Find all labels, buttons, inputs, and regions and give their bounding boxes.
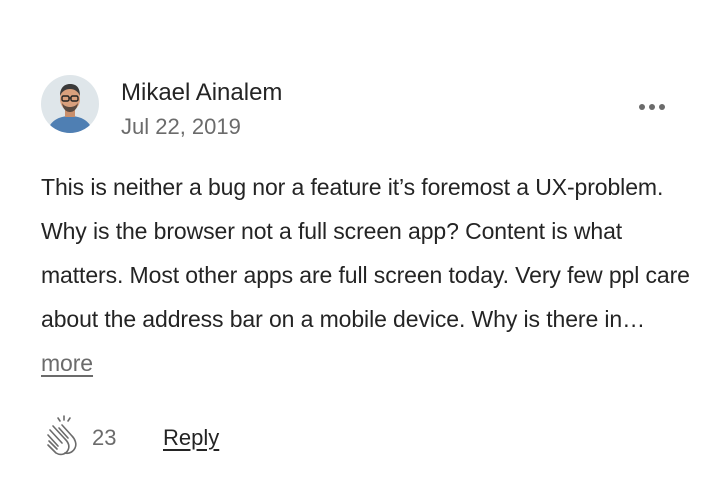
comment-text: This is neither a bug nor a feature it’s… — [41, 165, 691, 385]
more-horizontal-icon — [639, 104, 665, 110]
avatar[interactable] — [41, 75, 99, 133]
clap-icon — [47, 415, 77, 456]
more-link[interactable]: more — [41, 350, 93, 376]
clap-count: 23 — [92, 425, 117, 450]
reply-button[interactable]: Reply — [163, 424, 219, 452]
comment-date: Jul 22, 2019 — [121, 114, 241, 139]
comment-card: Mikael Ainalem Jul 22, 2019 This is neit… — [0, 0, 720, 487]
author-name[interactable]: Mikael Ainalem — [121, 78, 282, 108]
comment-text-content: This is neither a bug nor a feature it’s… — [41, 174, 690, 332]
clap-button[interactable] — [44, 414, 84, 458]
comment-body: This is neither a bug nor a feature it’s… — [41, 165, 691, 385]
more-options-button[interactable] — [632, 94, 672, 120]
